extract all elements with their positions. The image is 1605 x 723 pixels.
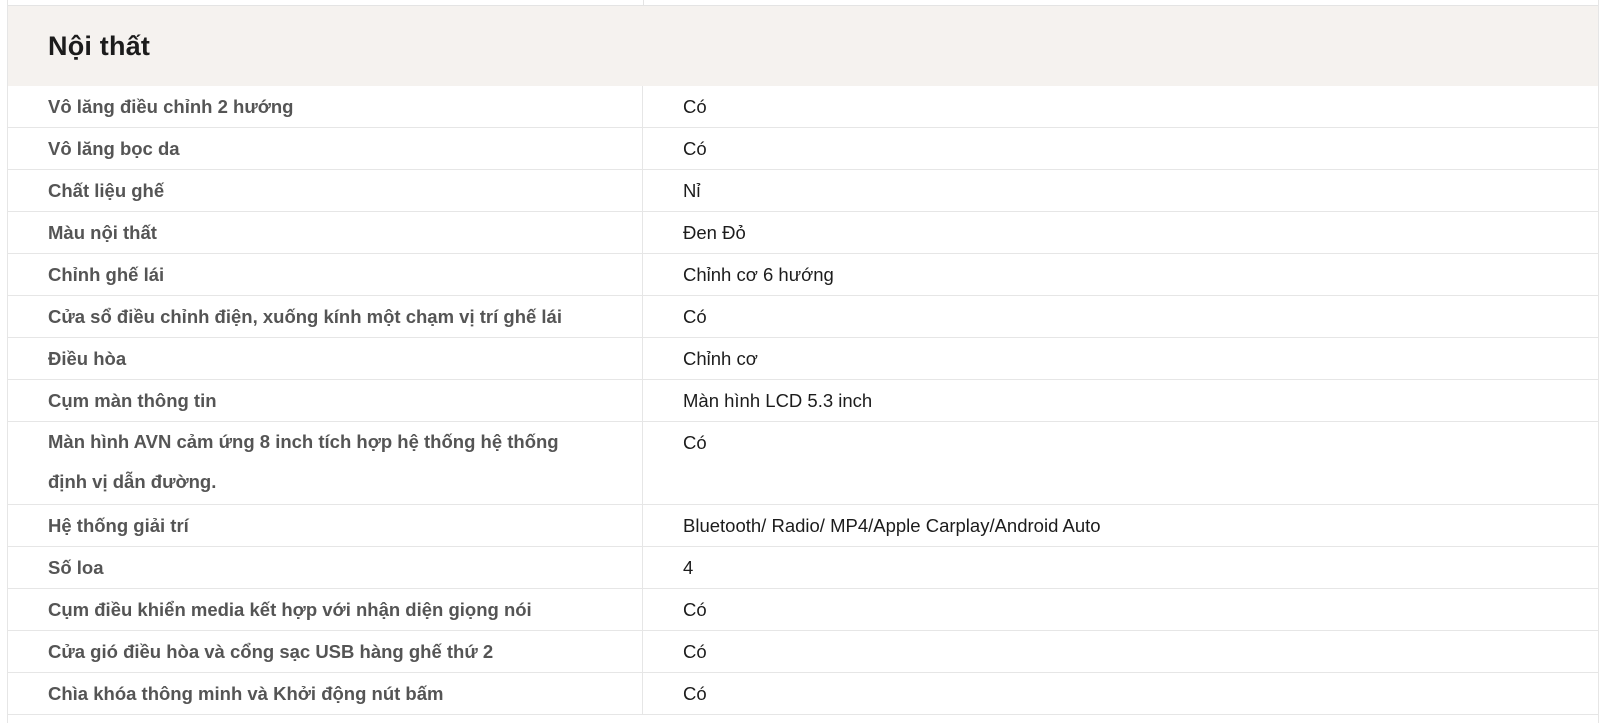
spec-row: Vô lăng bọc da Có: [8, 128, 1598, 170]
spec-row: Chỉnh ghế lái Chỉnh cơ 6 hướng: [8, 254, 1598, 296]
spec-list: Vô lăng điều chỉnh 2 hướng Có Vô lăng bọ…: [8, 86, 1598, 715]
spec-table-container: Nội thất Vô lăng điều chỉnh 2 hướng Có V…: [7, 0, 1599, 723]
spec-label: Chất liệu ghế: [8, 170, 643, 211]
spec-row: Điều hòa Chỉnh cơ: [8, 338, 1598, 380]
spec-value: Có: [683, 641, 707, 662]
spec-row: Màn hình AVN cảm ứng 8 inch tích hợp hệ …: [8, 422, 1598, 505]
spec-row: Vô lăng điều chỉnh 2 hướng Có: [8, 86, 1598, 128]
spec-label: Chìa khóa thông minh và Khởi động nút bấ…: [8, 673, 643, 714]
spec-value: Đen Đỏ: [683, 222, 746, 243]
spec-value: Chỉnh cơ 6 hướng: [683, 264, 834, 285]
spec-value: Có: [683, 96, 707, 117]
spec-label: Màn hình AVN cảm ứng 8 inch tích hợp hệ …: [8, 422, 643, 504]
spec-value: Có: [683, 683, 707, 704]
spec-row: Cụm màn thông tin Màn hình LCD 5.3 inch: [8, 380, 1598, 422]
spec-value: Màn hình LCD 5.3 inch: [683, 390, 873, 411]
spec-row: Màu nội thất Đen Đỏ: [8, 212, 1598, 254]
spec-label: Chỉnh ghế lái: [8, 254, 643, 295]
spec-value: Có: [683, 306, 707, 327]
spec-value: Bluetooth/ Radio/ MP4/Apple Carplay/Andr…: [683, 515, 1101, 536]
section-header: Nội thất: [8, 6, 1598, 86]
spec-label: Cụm điều khiển media kết hợp với nhận di…: [8, 589, 643, 630]
spec-label: Cửa gió điều hòa và cổng sạc USB hàng gh…: [8, 631, 643, 672]
section-title: Nội thất: [48, 30, 151, 61]
spec-label: Điều hòa: [8, 338, 643, 379]
spec-value: Có: [683, 138, 707, 159]
spec-label: Số loa: [8, 547, 643, 588]
spec-row: Cửa gió điều hòa và cổng sạc USB hàng gh…: [8, 631, 1598, 673]
spec-label: Cụm màn thông tin: [8, 380, 643, 421]
spec-row: Chìa khóa thông minh và Khởi động nút bấ…: [8, 673, 1598, 715]
spec-value: 4: [683, 557, 694, 578]
spec-label: Cửa sổ điều chỉnh điện, xuống kính một c…: [8, 296, 643, 337]
spec-value: Có: [683, 599, 707, 620]
spec-label: Vô lăng bọc da: [8, 128, 643, 169]
spec-label: Vô lăng điều chỉnh 2 hướng: [8, 86, 643, 127]
spec-row: Số loa 4: [8, 547, 1598, 589]
spec-value: Có: [683, 432, 707, 453]
spec-label: Hệ thống giải trí: [8, 505, 643, 546]
spec-row: Cụm điều khiển media kết hợp với nhận di…: [8, 589, 1598, 631]
spec-value: Chỉnh cơ: [683, 348, 758, 369]
spec-label: Màu nội thất: [8, 212, 643, 253]
previous-section-edge: [8, 0, 1598, 6]
spec-row: Hệ thống giải trí Bluetooth/ Radio/ MP4/…: [8, 505, 1598, 547]
spec-value: Nỉ: [683, 180, 701, 201]
spec-row: Cửa sổ điều chỉnh điện, xuống kính một c…: [8, 296, 1598, 338]
spec-row: Chất liệu ghế Nỉ: [8, 170, 1598, 212]
